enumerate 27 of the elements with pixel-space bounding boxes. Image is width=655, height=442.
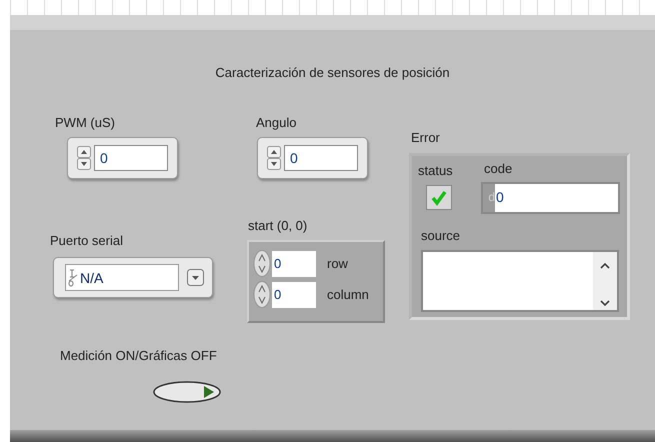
index-field[interactable]: 0 [272,250,316,276]
control-label: Medición ON/Gráficas OFF [60,348,217,363]
increment-decrement-icon[interactable] [77,146,91,170]
index-field[interactable]: 0 [272,282,316,308]
control-label: PWM (uS) [55,115,115,130]
index-spinner-icon[interactable] [253,281,271,308]
increment-decrement-icon[interactable] [267,146,281,170]
serial-port-dropdown[interactable]: N/A [53,257,213,298]
scrollbar[interactable] [593,252,617,310]
status-checkbox[interactable] [426,185,452,210]
io-icon [68,268,78,286]
source-label: source [421,228,460,243]
scroll-down-icon[interactable] [600,300,610,307]
status-label: status [418,163,453,178]
control-label: Angulo [256,115,296,130]
index-label: row [327,256,348,271]
panel-title: Caracterización de sensores de posición [214,65,451,80]
numeric-control[interactable]: 0 [67,137,178,179]
source-field[interactable] [421,250,619,312]
index-label: column [327,287,369,302]
cluster-label: Error [411,130,440,145]
control-label: Puerto serial [50,233,123,248]
numeric-control[interactable]: 0 [257,137,368,179]
scroll-up-icon[interactable] [600,262,610,269]
array-label: start (0, 0) [248,218,308,233]
index-spinner-icon[interactable] [253,250,271,277]
code-label: code [484,161,512,176]
